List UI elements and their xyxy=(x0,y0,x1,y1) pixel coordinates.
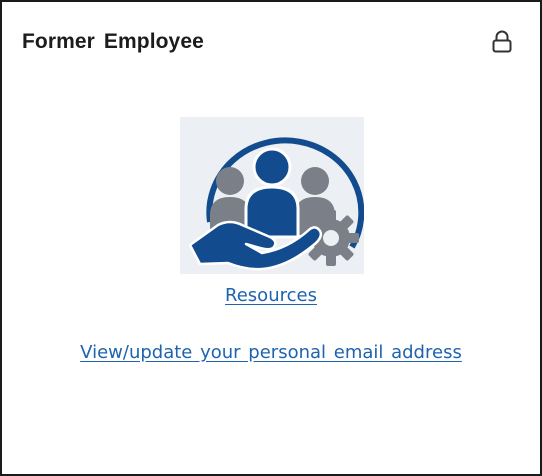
people-hand-gear-icon xyxy=(180,117,364,274)
former-employee-card: Former Employee Resources View/update yo… xyxy=(0,0,542,476)
resources-link[interactable]: Resources xyxy=(2,285,540,306)
card-title: Former Employee xyxy=(22,30,204,53)
lock-icon xyxy=(492,30,512,53)
update-personal-email-link[interactable]: View/update your personal email address xyxy=(2,342,540,363)
